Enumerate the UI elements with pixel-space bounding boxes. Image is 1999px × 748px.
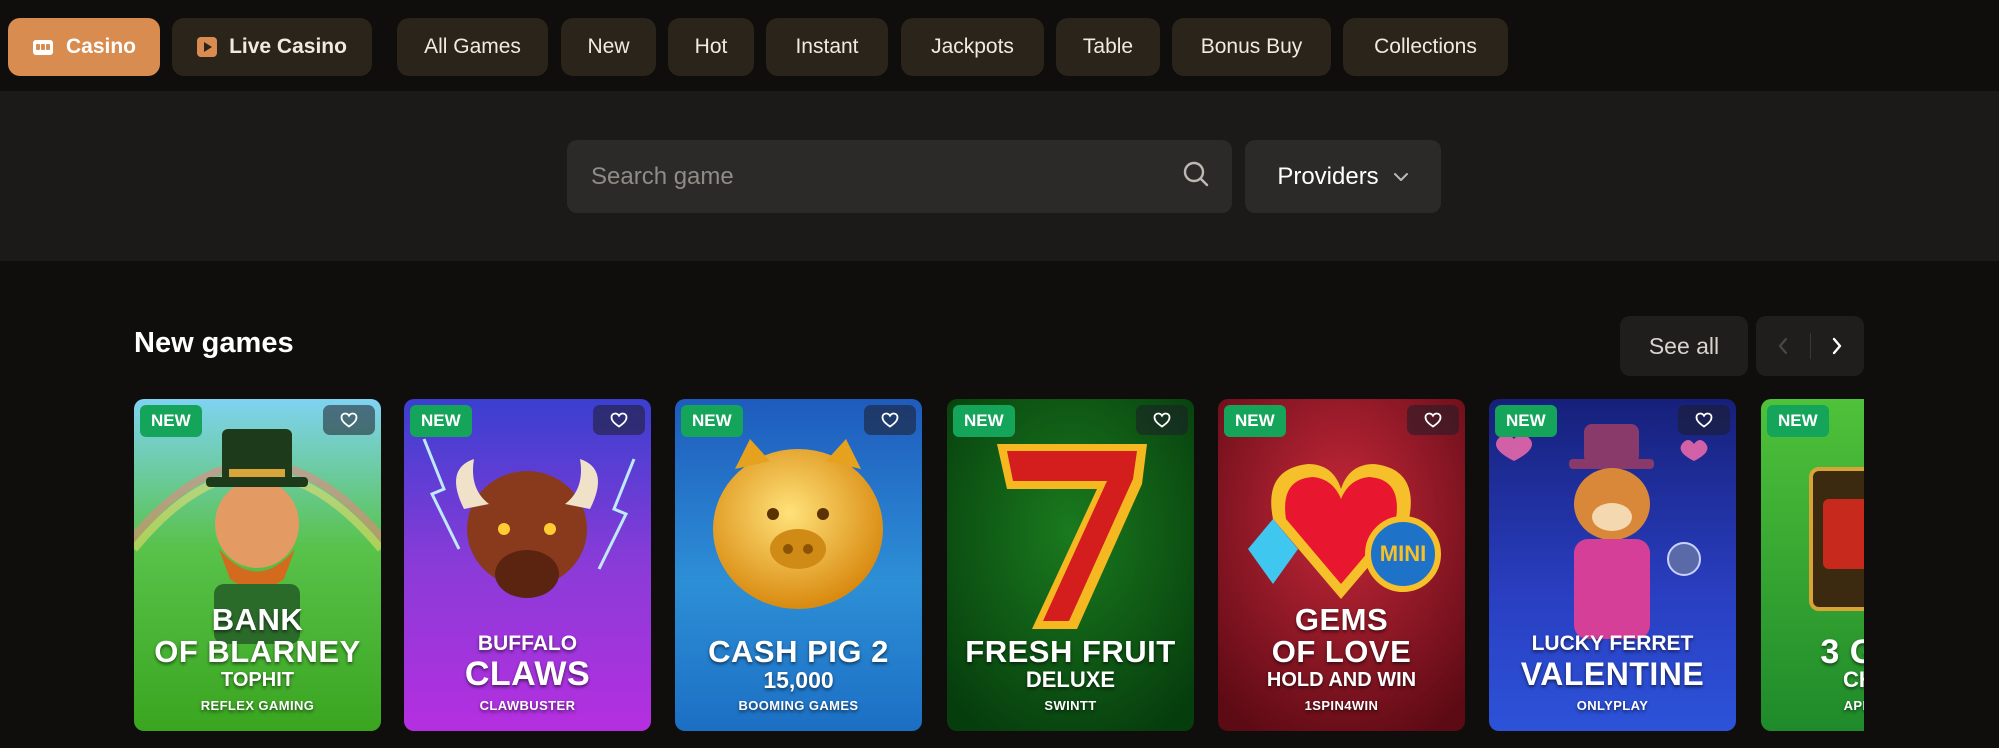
prev-button[interactable] [1756,316,1810,376]
games-carousel: NEW BANK OF BLARNEY TOPHIT REFLEX GAMING… [134,399,1864,731]
game-title-line: BUFFALO [477,632,578,655]
category-label: All Games [424,35,521,58]
heart-icon [1695,412,1713,428]
see-all-button[interactable]: See all [1620,316,1748,376]
category-instant[interactable]: Instant [766,18,888,76]
category-label: New [587,35,630,58]
section-title: New games [134,327,294,359]
game-subtitle: DELUXE [1025,667,1116,692]
live-casino-tab-label: Live Casino [229,35,347,58]
game-title: BUFFALO CLAWS CLAWBUSTER [404,632,651,713]
casino-icon [32,37,54,57]
game-title: FRESH FRUIT DELUXE SWINTT [947,634,1194,714]
category-all-games[interactable]: All Games [397,18,548,76]
game-title-line: CLAWS [464,655,591,693]
play-icon [197,37,218,57]
game-provider: APPA [1843,698,1864,713]
casino-tab[interactable]: Casino [8,18,160,76]
game-title-line: OF BLARNEY [154,634,361,669]
category-new[interactable]: New [561,18,656,76]
heart-icon [340,412,358,428]
game-card-lucky-ferret-valentine[interactable]: NEW LUCKY FERRET VALENTINE ONLYPLAY [1489,399,1736,731]
top-navigation: Casino Live Casino All Games New Hot Ins… [0,0,1999,91]
favorite-button[interactable] [864,405,916,435]
new-badge: NEW [1224,405,1286,437]
category-jackpots[interactable]: Jackpots [901,18,1044,76]
game-title-line: LUCKY FERRET [1531,632,1694,655]
chevron-left-icon [1778,337,1787,355]
new-badge: NEW [953,405,1015,437]
game-provider: CLAWBUSTER [479,698,576,713]
new-badge: NEW [681,405,743,437]
new-badge: NEW [1767,405,1829,437]
casino-tab-label: Casino [65,35,136,58]
game-title: BANK OF BLARNEY TOPHIT REFLEX GAMING [134,602,381,714]
game-title-line: BANK [211,602,304,637]
game-provider: SWINTT [1044,698,1097,713]
category-label: Collections [1374,35,1477,58]
game-subtitle: TOPHIT [221,669,294,691]
game-card-partial[interactable]: NEW 3 GO CHI APPA [1761,399,1864,731]
game-title-line: 3 GO [1820,633,1864,671]
heart-icon [881,412,899,428]
category-bonus-buy[interactable]: Bonus Buy [1172,18,1331,76]
next-button[interactable] [1811,316,1865,376]
favorite-button[interactable] [1407,405,1459,435]
game-subtitle: CHI [1843,667,1864,692]
category-label: Jackpots [931,35,1014,58]
game-subtitle: 15,000 [763,667,834,693]
game-title: LUCKY FERRET VALENTINE ONLYPLAY [1489,632,1736,713]
game-card-gems-of-love[interactable]: MINI NEW GEMS OF LOVE HOLD AND WIN 1SPIN… [1218,399,1465,731]
live-casino-tab[interactable]: Live Casino [172,18,372,76]
game-title: GEMS OF LOVE HOLD AND WIN 1SPIN4WIN [1218,602,1465,714]
search-box[interactable] [567,140,1232,213]
heart-icon [610,412,628,428]
search-icon[interactable] [1182,160,1210,193]
game-title-line: CASH PIG 2 [708,634,889,669]
svg-text:MINI: MINI [1380,541,1426,566]
game-title: CASH PIG 2 15,000 BOOMING GAMES [675,634,922,714]
providers-label: Providers [1277,162,1379,190]
category-hot[interactable]: Hot [668,18,754,76]
new-badge: NEW [1495,405,1557,437]
game-card-buffalo-claws[interactable]: NEW BUFFALO CLAWS CLAWBUSTER [404,399,651,731]
heart-icon [1424,412,1442,428]
category-table[interactable]: Table [1056,18,1160,76]
favorite-button[interactable] [1678,405,1730,435]
chevron-right-icon [1833,337,1842,355]
category-label: Instant [795,35,859,58]
carousel-controls [1756,316,1864,376]
game-title-line: VALENTINE [1520,656,1705,692]
heart-icon [1153,412,1171,428]
search-input[interactable] [589,161,1182,192]
favorite-button[interactable] [1136,405,1188,435]
category-label: Table [1082,35,1134,58]
game-title-line: GEMS [1294,602,1389,637]
game-subtitle: HOLD AND WIN [1266,669,1417,691]
game-provider: REFLEX GAMING [200,698,315,713]
category-label: Bonus Buy [1200,35,1303,58]
game-title-line: FRESH FRUIT [965,634,1176,669]
chevron-down-icon [1393,172,1408,181]
new-badge: NEW [410,405,472,437]
game-card-fresh-fruit-deluxe[interactable]: NEW FRESH FRUIT DELUXE SWINTT [947,399,1194,731]
favorite-button[interactable] [323,405,375,435]
game-card-cash-pig-2[interactable]: NEW CASH PIG 2 15,000 BOOMING GAMES [675,399,922,731]
providers-dropdown[interactable]: Providers [1245,140,1441,213]
category-label: Hot [694,35,728,58]
new-badge: NEW [140,405,202,437]
favorite-button[interactable] [593,405,645,435]
game-card-bank-of-blarney[interactable]: NEW BANK OF BLARNEY TOPHIT REFLEX GAMING [134,399,381,731]
game-provider: ONLYPLAY [1576,698,1649,713]
category-collections[interactable]: Collections [1343,18,1508,76]
game-title-line: OF LOVE [1271,634,1412,669]
game-provider: 1SPIN4WIN [1304,698,1379,713]
game-title: 3 GO CHI APPA [1761,633,1864,713]
game-provider: BOOMING GAMES [738,698,859,713]
